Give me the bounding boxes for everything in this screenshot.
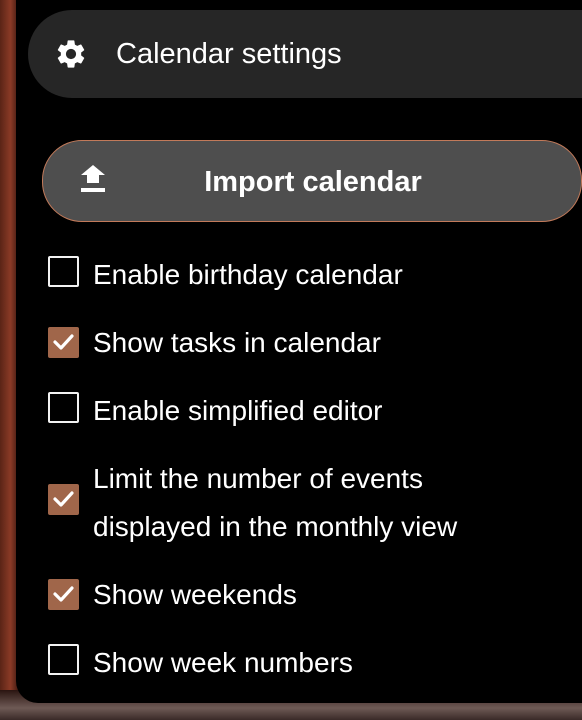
check-icon bbox=[53, 334, 74, 350]
checkbox-checked[interactable] bbox=[48, 484, 79, 515]
checkbox-unchecked[interactable] bbox=[48, 256, 79, 287]
option-label: Show week numbers bbox=[93, 647, 353, 678]
checkbox-unchecked[interactable] bbox=[48, 392, 79, 423]
check-icon bbox=[53, 586, 74, 602]
calendar-settings-label: Calendar settings bbox=[116, 38, 342, 70]
calendar-settings-button[interactable]: Calendar settings bbox=[28, 10, 582, 98]
option-label: Show tasks in calendar bbox=[93, 327, 381, 358]
import-calendar-label: Import calendar bbox=[204, 166, 422, 198]
checkbox-checked[interactable] bbox=[48, 327, 79, 358]
checkbox-checked[interactable] bbox=[48, 579, 79, 610]
option-label-line2: displayed in the monthly view bbox=[93, 511, 458, 542]
option-label-line1: Limit the number of events bbox=[93, 463, 423, 494]
option-label: Enable birthday calendar bbox=[93, 259, 403, 290]
checkbox-unchecked[interactable] bbox=[48, 644, 79, 675]
gear-icon bbox=[57, 40, 85, 68]
calendar-settings-panel: Calendar settings Import calendar Enable… bbox=[16, 0, 582, 703]
option-label: Enable simplified editor bbox=[93, 395, 383, 426]
import-calendar-button[interactable]: Import calendar bbox=[42, 140, 582, 222]
check-icon bbox=[53, 491, 74, 507]
option-label: Show weekends bbox=[93, 579, 297, 610]
